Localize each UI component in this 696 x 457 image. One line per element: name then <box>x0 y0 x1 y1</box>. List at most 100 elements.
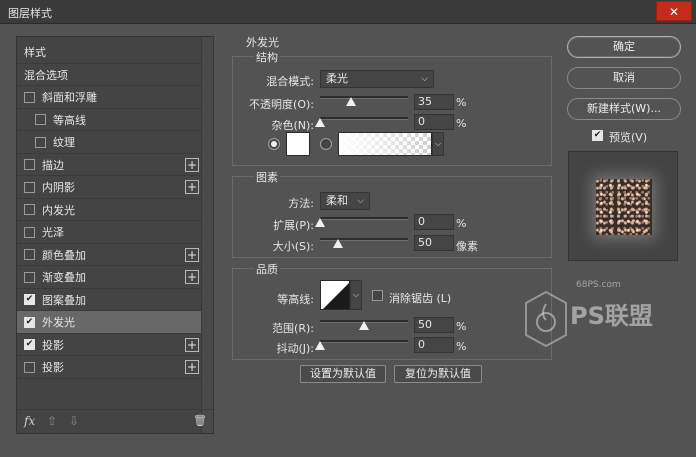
technique-label: 方法: <box>288 197 314 210</box>
styles-list-item[interactable]: 样式 <box>17 41 201 63</box>
spread-slider-thumb[interactable] <box>315 218 325 227</box>
jitter-slider-track[interactable] <box>320 340 408 343</box>
style-checkbox[interactable] <box>24 204 35 215</box>
add-effect-plus-icon[interactable]: + <box>185 247 199 262</box>
style-checkbox[interactable] <box>24 361 35 373</box>
elements-label: 图素 <box>254 169 280 185</box>
spread-unit: % <box>456 217 467 230</box>
style-checkbox[interactable] <box>24 226 35 238</box>
noise-input[interactable]: 0 <box>414 114 454 130</box>
styles-list-item[interactable]: 纹理 <box>17 131 201 153</box>
fx-icon[interactable]: fx <box>24 414 35 428</box>
style-checkbox[interactable] <box>24 91 35 103</box>
style-checkbox[interactable] <box>35 136 46 148</box>
blend-mode-select[interactable]: 柔光 ⌵ <box>320 70 434 88</box>
range-input[interactable]: 50 <box>414 317 454 333</box>
antialias-checkbox[interactable] <box>372 290 383 301</box>
size-input[interactable]: 50 <box>414 235 454 251</box>
add-effect-plus-icon[interactable]: + <box>185 337 199 352</box>
opacity-slider-track[interactable] <box>320 96 408 99</box>
add-effect-plus-icon[interactable]: + <box>185 270 199 284</box>
glow-color-swatch[interactable] <box>286 132 310 156</box>
style-label: 颜色叠加 <box>42 248 86 262</box>
styles-list-item[interactable]: 光泽 <box>17 221 201 243</box>
add-effect-plus-icon[interactable]: + <box>185 360 199 374</box>
noise-slider-track[interactable] <box>320 117 408 120</box>
glow-gradient-picker[interactable] <box>338 132 432 156</box>
size-label: 大小(S): <box>272 240 314 253</box>
opacity-input[interactable]: 35 <box>414 94 454 110</box>
gradient-radio[interactable] <box>320 138 332 150</box>
add-effect-plus-icon[interactable]: + <box>185 180 199 194</box>
watermark-logo-icon <box>525 290 567 348</box>
style-checkbox[interactable] <box>24 181 35 193</box>
chevron-down-icon: ⌵ <box>357 196 364 206</box>
style-label: 混合选项 <box>24 68 68 82</box>
add-effect-plus-icon[interactable]: + <box>185 157 199 172</box>
gradient-dropdown[interactable]: ⌵ <box>432 132 444 156</box>
technique-select[interactable]: 柔和 ⌵ <box>320 192 370 210</box>
style-label: 纹理 <box>53 136 75 149</box>
spread-slider-track[interactable] <box>320 217 408 220</box>
preview-checkbox[interactable]: ✔ <box>592 130 603 141</box>
contour-label: 等高线: <box>277 293 314 306</box>
jitter-slider-thumb[interactable] <box>315 341 325 350</box>
styles-list-item[interactable]: 投影 + <box>17 356 201 378</box>
trash-icon[interactable]: 🗑 <box>193 414 207 427</box>
title-bar: 图层样式 ✕ <box>0 0 696 24</box>
styles-list-item[interactable]: 渐变叠加 + <box>17 266 201 288</box>
style-checkbox[interactable]: ✔ <box>24 316 35 328</box>
blend-mode-value: 柔光 <box>326 72 348 85</box>
styles-list-scrollbar[interactable] <box>201 37 213 433</box>
ok-button[interactable]: 确定 <box>567 36 681 58</box>
move-up-icon[interactable]: ⇧ <box>47 414 57 428</box>
style-label: 斜面和浮雕 <box>42 91 97 104</box>
style-checkbox[interactable]: ✔ <box>24 339 35 350</box>
size-unit: 像素 <box>456 240 478 253</box>
styles-list-item[interactable]: ✔ 图案叠加 <box>17 289 201 311</box>
close-button[interactable]: ✕ <box>656 1 692 21</box>
noise-slider-thumb[interactable] <box>315 118 325 127</box>
opacity-slider-thumb[interactable] <box>345 97 356 106</box>
style-label: 投影 <box>42 338 64 352</box>
watermark-site: 68PS.com <box>576 280 621 290</box>
preview-label: 预览(V) <box>609 131 648 144</box>
style-preview <box>568 151 678 261</box>
styles-list-item[interactable]: 斜面和浮雕 <box>17 86 201 108</box>
styles-list-item[interactable]: 颜色叠加 + <box>17 244 201 266</box>
style-label: 样式 <box>24 46 46 59</box>
size-slider-thumb[interactable] <box>332 239 343 248</box>
contour-dropdown[interactable]: ⌵ <box>350 280 362 310</box>
move-down-icon[interactable]: ⇩ <box>69 414 79 428</box>
style-checkbox[interactable] <box>24 271 35 283</box>
style-checkbox[interactable]: ✔ <box>24 294 35 305</box>
styles-list-item[interactable]: 内发光 <box>17 199 201 221</box>
styles-list-item[interactable]: 内阴影 + <box>17 176 201 198</box>
chevron-down-icon: ⌵ <box>352 290 360 299</box>
opacity-unit: % <box>456 96 467 109</box>
styles-list-item[interactable]: 等高线 <box>17 109 201 131</box>
set-default-button[interactable]: 设置为默认值 <box>300 365 386 383</box>
range-slider-thumb[interactable] <box>359 321 369 330</box>
cancel-button[interactable]: 取消 <box>567 67 681 89</box>
reset-default-button[interactable]: 复位为默认值 <box>394 365 482 383</box>
range-label: 范围(R): <box>272 322 314 335</box>
new-style-button[interactable]: 新建样式(W)... <box>567 98 681 120</box>
styles-list-item[interactable]: ✔ 外发光 <box>17 311 201 333</box>
spread-input[interactable]: 0 <box>414 214 454 230</box>
style-checkbox[interactable] <box>35 114 46 125</box>
structure-label: 结构 <box>254 49 280 65</box>
layer-style-dialog: 样式 混合选项 斜面和浮雕 等高线 纹理 描边 + 内阴影 + 内发光 光泽 颜色叠加 + 渐变叠加 + ✔ 图… <box>0 24 696 457</box>
chevron-down-icon: ⌵ <box>421 74 428 84</box>
contour-picker[interactable] <box>320 280 350 310</box>
styles-list-item[interactable]: 混合选项 <box>17 64 201 86</box>
style-checkbox[interactable] <box>24 159 35 170</box>
jitter-input[interactable]: 0 <box>414 337 454 353</box>
range-unit: % <box>456 320 467 333</box>
styles-list-item[interactable]: ✔ 投影 + <box>17 334 201 356</box>
styles-list-item[interactable]: 描边 + <box>17 154 201 176</box>
opacity-label: 不透明度(O): <box>249 98 314 111</box>
solid-color-radio[interactable] <box>268 138 280 150</box>
noise-unit: % <box>456 117 467 130</box>
style-checkbox[interactable] <box>24 249 35 260</box>
